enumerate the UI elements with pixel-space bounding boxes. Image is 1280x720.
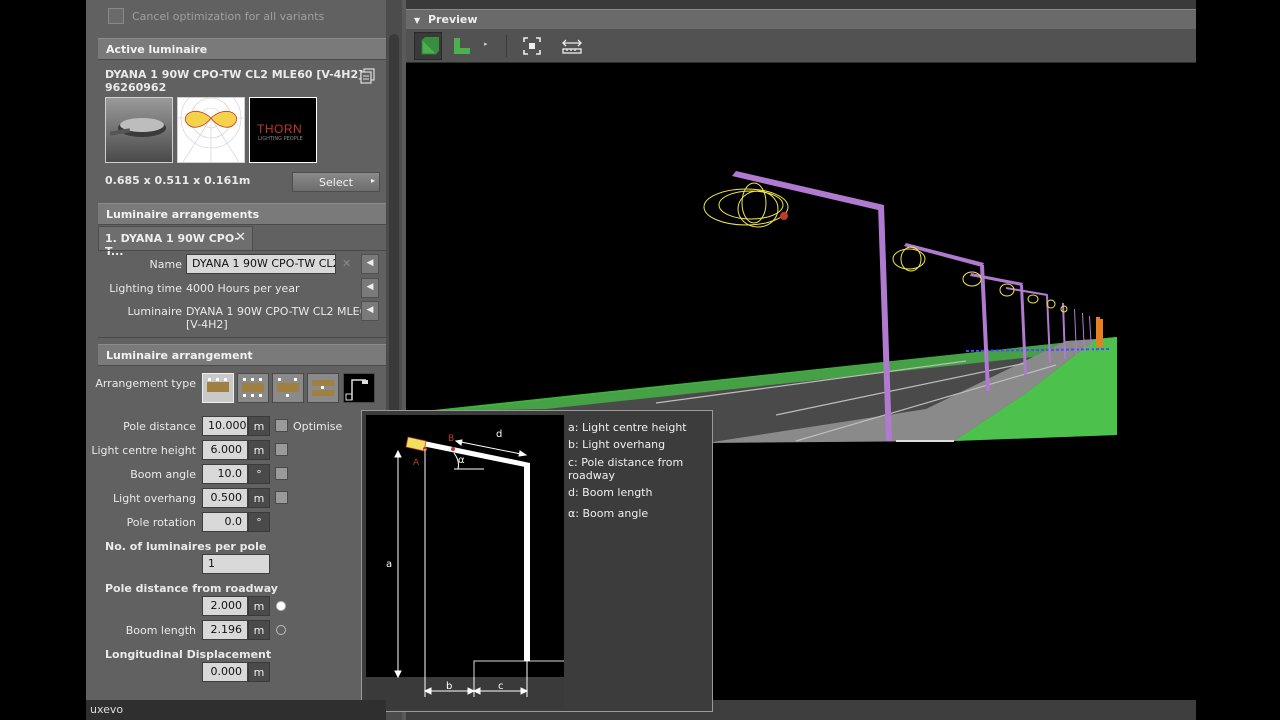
boom-angle-label: Boom angle [130,468,196,481]
luminaire-arrangements-header[interactable]: Luminaire arrangements [98,203,386,225]
optimise-label: Optimise [293,420,343,433]
legend-item: b: Light overhang [568,438,666,451]
manufacturer-logo: THORN LIGHTING PEOPLE [249,97,317,163]
preview-header[interactable]: ▼ Preview [406,9,1196,29]
pole-distance-unit: m [248,416,270,436]
arrangement-name-input[interactable]: DYANA 1 90W CPO-TW CL2 MLE60 [V-4H2] [186,254,336,274]
properties-panel: Cancel optimization for all variants Act… [86,0,386,720]
arrangement-single-sided-button[interactable] [202,373,234,403]
arrangement-staggered-button[interactable] [272,373,304,403]
light-distribution-curve[interactable] [177,87,245,163]
boom-length-label: Boom length [125,624,196,637]
luminaires-per-pole-input[interactable]: 1 [202,554,270,574]
arrow-left-icon[interactable]: ◀ [361,254,379,274]
pole-distance-input[interactable]: 10.000 [202,416,248,436]
luminaire-name: DYANA 1 90W CPO-TW CL2 MLE60 [V-4H2] [105,68,364,81]
name-label: Name [149,258,182,271]
lighting-time-value[interactable]: 4000 Hours per year [186,282,300,295]
boom-angle-unit: ° [248,464,270,484]
light-overhang-unit: m [248,488,270,508]
point-a-label: A [413,458,420,468]
app-name: uxevo [90,703,124,716]
pole-distance-roadway-unit: m [248,596,270,616]
pole-distance-roadway-label: Pole distance from roadway [105,582,278,595]
arrangement-tab[interactable]: 1. DYANA 1 90W CPO-T... ✕ [98,226,253,258]
optimise-checkbox[interactable] [275,419,288,432]
pole [524,463,530,661]
boom-length-unit: m [248,620,270,640]
arrangement-central-button[interactable] [307,373,339,403]
luminaires-per-pole-label: No. of luminaires per pole [105,540,267,553]
zoom-extents-icon[interactable] [518,32,546,60]
cancel-optimization-icon [108,8,124,24]
cancel-optimization-label: Cancel optimization for all variants [132,10,325,23]
legend-item: α: Boom angle [568,507,649,520]
arrangement-custom-button[interactable] [343,373,375,403]
arrangement-type-label: Arrangement type [95,377,196,390]
pole-distance-roadway-radio[interactable] [276,601,286,611]
arrow-left-icon[interactable]: ◀ [361,301,379,321]
pole-distance-label: Pole distance [123,420,196,433]
dim-d-label: d [496,429,502,440]
light-overhang-checkbox[interactable] [275,491,288,504]
arrangement-help-tooltip: a b c d α A B a: Light centre height b: … [361,410,713,712]
luminaire-value-cont: [V-4H2] [186,318,228,331]
longitudinal-displacement-input[interactable]: 0.000 [202,662,248,682]
arrow-left-icon[interactable]: ◀ [361,278,379,298]
light-overhang-input[interactable]: 0.500 [202,488,248,508]
pole-rotation-unit: ° [248,512,270,532]
pole-rotation-label: Pole rotation [126,516,196,529]
collapse-icon[interactable]: ▼ [414,16,420,25]
boom-angle-checkbox[interactable] [275,467,288,480]
light-centre-height-checkbox[interactable] [275,443,288,456]
legend-item: a: Light centre height [568,421,687,434]
pole-distance-roadway-input[interactable]: 2.000 [202,596,248,616]
close-tab-icon[interactable]: ✕ [235,230,246,245]
dim-alpha-label: α [458,455,465,466]
datasheet-icon[interactable] [360,68,376,84]
dropdown-arrow-icon[interactable]: ▸ [484,40,488,48]
legend-item: c: Pole distance from roadway [568,456,684,482]
floor-plan-button[interactable] [448,32,476,60]
longitudinal-displacement-unit: m [248,662,270,682]
3d-view-button[interactable] [414,32,442,60]
select-luminaire-button[interactable]: Select ▸ [292,172,380,192]
legend-item: d: Boom length [568,486,653,499]
longitudinal-displacement-label: Longitudinal Displacement [105,648,272,661]
lighting-time-label: Lighting time [109,282,182,295]
preview-toolbar: ▸ [406,29,1196,63]
light-centre-height-unit: m [248,440,270,460]
luminaire-article-number: 96260962 [105,81,167,94]
boom-angle-input[interactable]: 10.0 [202,464,248,484]
dim-b-label: b [446,681,452,692]
light-centre-height-input[interactable]: 6.000 [202,440,248,460]
luminaire-photo[interactable] [105,97,173,163]
ground [366,677,564,709]
luminaire-label: Luminaire [127,305,183,318]
chevron-right-icon: ▸ [370,176,375,185]
boom-length-radio[interactable] [276,625,286,635]
active-luminaire-header[interactable]: Active luminaire [98,38,386,60]
boom-length-input[interactable]: 2.196 [202,620,248,640]
light-centre-height-label: Light centre height [91,444,196,457]
cancel-optimization-row[interactable]: Cancel optimization for all variants [86,0,386,34]
luminaire [405,436,427,452]
luminaire-arrangement-header[interactable]: Luminaire arrangement [98,344,386,366]
pole-rotation-input[interactable]: 0.0 [202,512,248,532]
measure-icon[interactable] [558,32,586,60]
luminaire-dimensions: 0.685 x 0.511 x 0.161m [105,174,251,187]
pole-dimension-diagram: a b c d α A B [366,415,564,709]
dim-c-label: c [498,681,504,692]
dim-a-label: a [386,559,392,570]
luminaire-value[interactable]: DYANA 1 90W CPO-TW CL2 MLE60 [186,305,374,318]
light-overhang-label: Light overhang [113,492,196,505]
point-b-label: B [448,434,454,444]
arrangement-double-sided-button[interactable] [237,373,269,403]
clear-icon[interactable]: ✕ [342,257,351,270]
status-bar: uxevo [86,700,386,720]
